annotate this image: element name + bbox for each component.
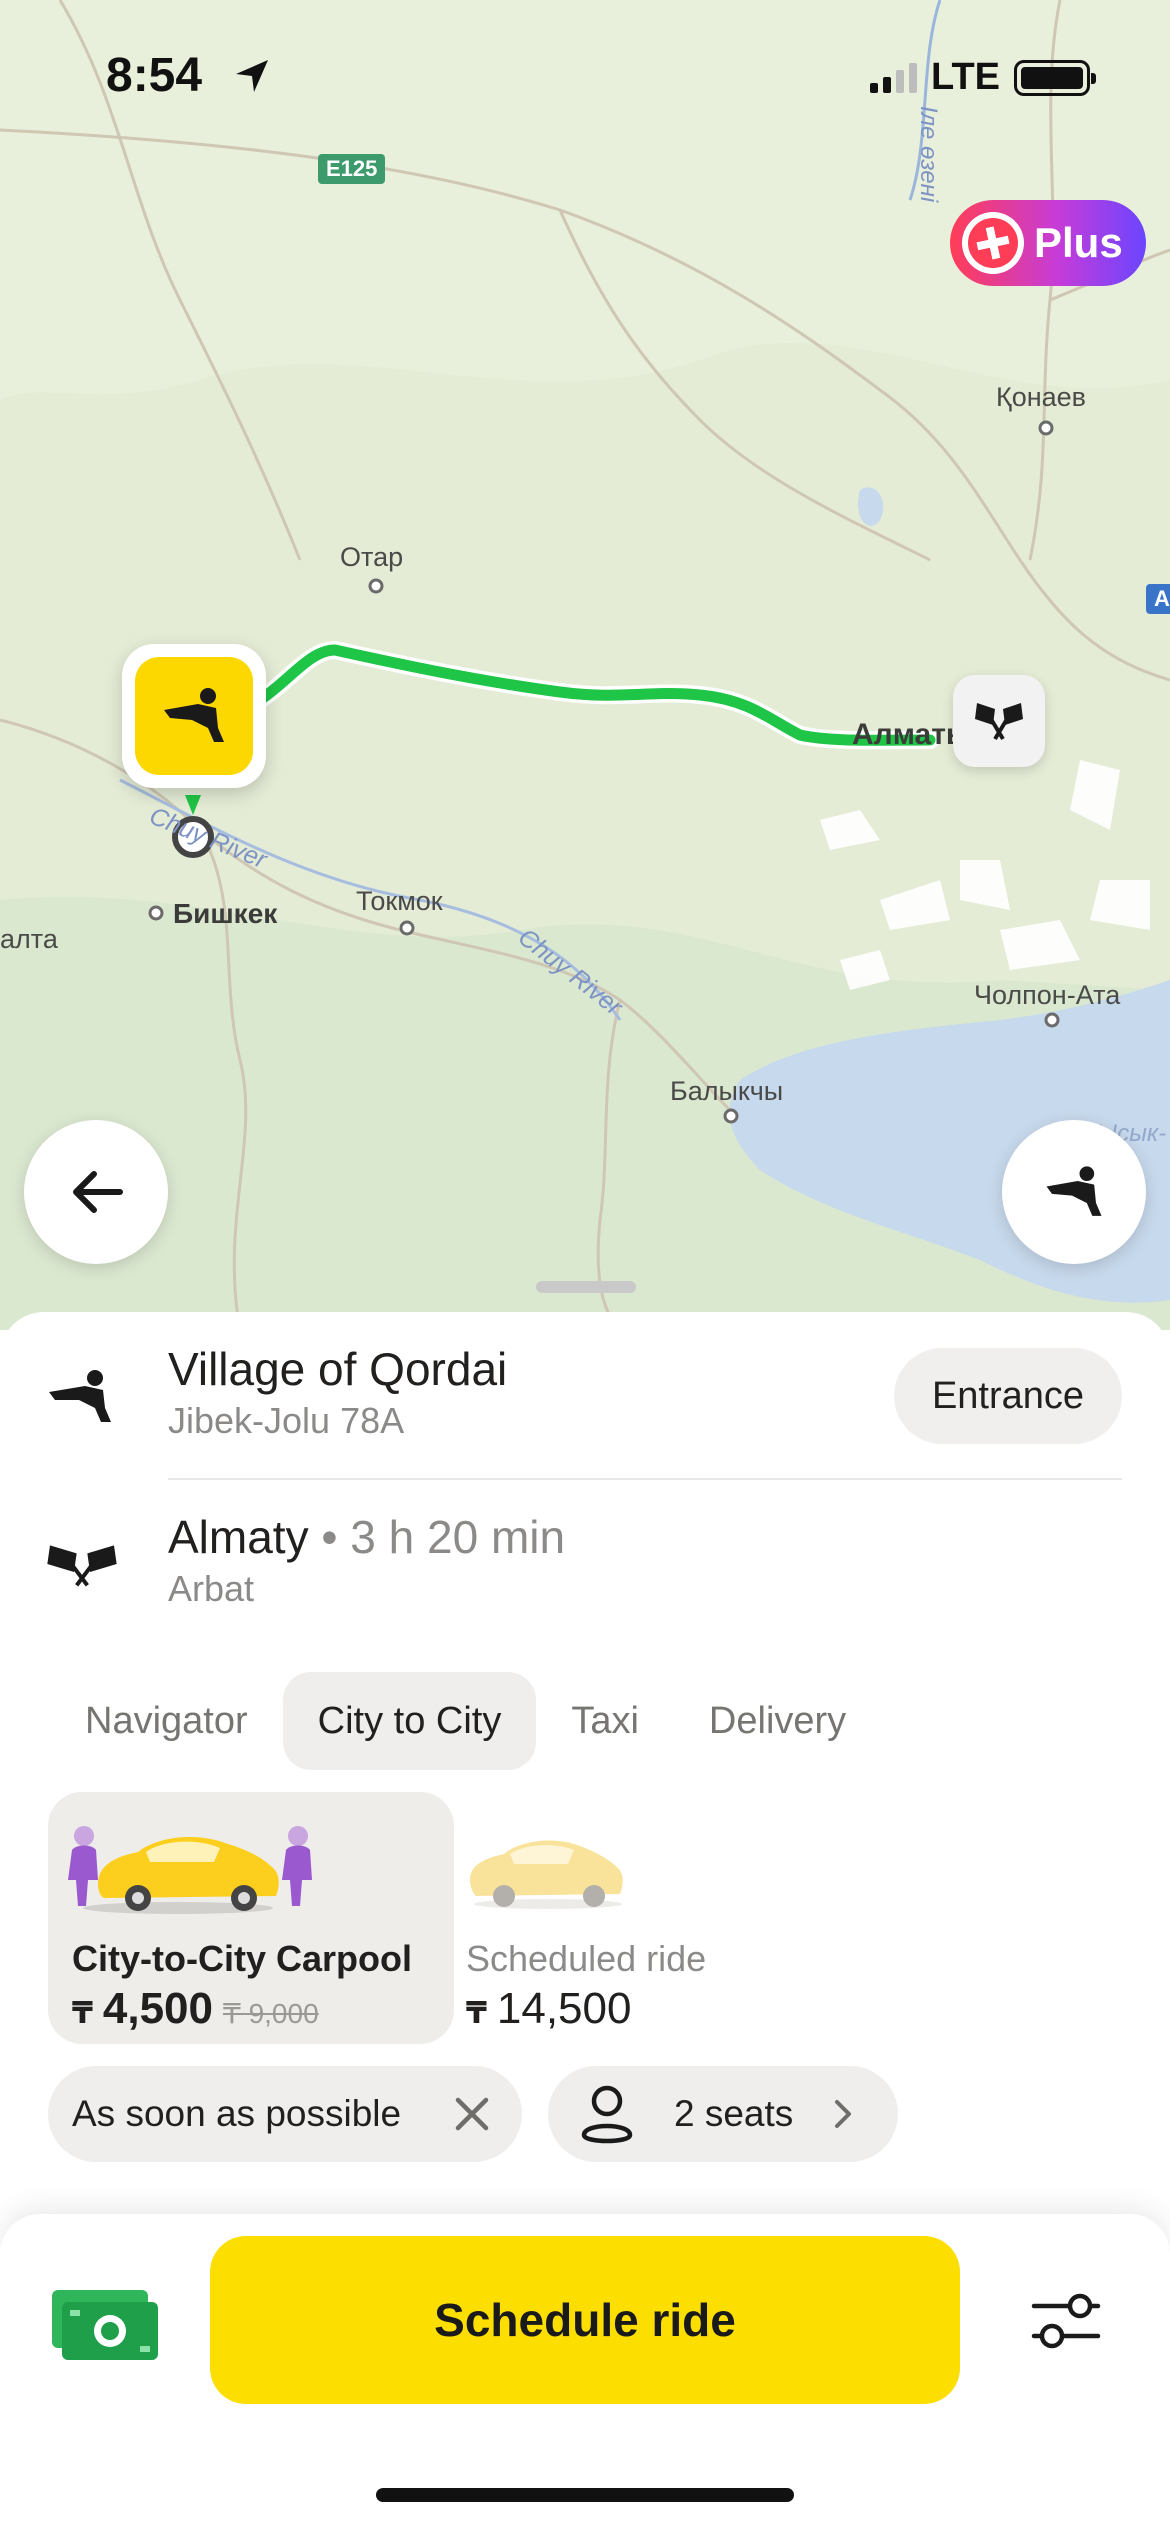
destination-title[interactable]: Almaty • 3 h 20 min: [168, 1510, 565, 1564]
sheet-grabber[interactable]: [536, 1281, 636, 1293]
carpool-car-icon: [68, 1826, 312, 1914]
tab-city-to-city[interactable]: City to City: [282, 1672, 537, 1770]
status-right: LTE: [870, 56, 1096, 99]
map-label-konaev: Қонаев: [996, 382, 1087, 412]
signal-icon: [870, 62, 918, 93]
plus-logo-icon: [962, 212, 1024, 274]
destination-subtitle: Arbat: [168, 1568, 255, 1609]
destination-marker[interactable]: [953, 675, 1045, 767]
pickup-person-icon: [1046, 1166, 1102, 1216]
map[interactable]: E125 A Отар Қонаев Алматы Бишкек алта То…: [0, 0, 1170, 1330]
map-label-balykchy: Балыкчы: [670, 1076, 784, 1106]
price-value: 14,500: [496, 1984, 632, 2033]
time-chip[interactable]: As soon as possible: [48, 2066, 522, 2162]
old-price: ₸ 9,000: [222, 1998, 319, 2029]
service-tabs: Navigator City to City Taxi Delivery: [50, 1672, 881, 1770]
map-label-otar: Отар: [340, 542, 404, 572]
cash-payment-icon[interactable]: [50, 2286, 160, 2362]
entrance-button[interactable]: Entrance: [894, 1348, 1122, 1444]
pickup-marker[interactable]: [122, 644, 266, 788]
price-value: 4,500: [102, 1984, 213, 2033]
road-shield-a: A: [1146, 584, 1170, 614]
seats-chip[interactable]: 2 seats: [548, 2066, 898, 2162]
map-label-bishkek: Бишкек: [173, 898, 278, 929]
tariff-name: Scheduled ride: [466, 1938, 707, 1979]
seats-chip-label: 2 seats: [674, 2093, 794, 2134]
destination-name: Almaty: [168, 1511, 309, 1563]
person-icon: [581, 2085, 633, 2144]
tariff-price: ₸ 14,500: [466, 1984, 631, 2034]
tariff-carpool[interactable]: City-to-City Carpool ₸ 4,500 ₸ 9,000: [48, 1792, 454, 2044]
arrow-left-icon: [73, 1171, 123, 1213]
currency-symbol: ₸: [72, 1997, 93, 2030]
plus-label: Plus: [1034, 219, 1123, 266]
ride-options-icon[interactable]: [1030, 2290, 1102, 2352]
pickup-subtitle: Jibek-Jolu 78A: [168, 1400, 405, 1441]
finish-flags-icon: [47, 1545, 117, 1587]
back-button[interactable]: [24, 1120, 168, 1264]
map-label-ile-river: Іле өзені: [915, 105, 943, 203]
status-time: 8:54: [106, 49, 203, 102]
chevron-right-icon: [835, 2100, 852, 2128]
tab-navigator[interactable]: Navigator: [50, 1672, 283, 1770]
finish-flags-icon: [975, 703, 1023, 741]
tab-taxi[interactable]: Taxi: [536, 1672, 674, 1770]
pickup-person-icon: [49, 1370, 111, 1422]
schedule-ride-button[interactable]: Schedule ride: [210, 2236, 960, 2404]
scheduled-car-icon: [470, 1840, 623, 1909]
divider: [168, 1478, 1122, 1480]
pickup-title[interactable]: Village of Qordai: [168, 1342, 507, 1396]
network-type: LTE: [931, 56, 1000, 98]
tariff-scheduled[interactable]: Scheduled ride ₸ 14,500: [460, 1792, 760, 2044]
tab-delivery[interactable]: Delivery: [674, 1672, 881, 1770]
separator-dot: •: [308, 1511, 351, 1563]
tariff-price: ₸ 4,500 ₸ 9,000: [72, 1984, 319, 2034]
tariff-name: City-to-City Carpool: [72, 1938, 412, 1979]
map-label-cholpon-ata: Чолпон-Ата: [974, 980, 1121, 1010]
battery-icon: [1014, 59, 1096, 96]
map-label-alta: алта: [0, 924, 58, 954]
home-indicator[interactable]: [376, 2488, 794, 2502]
road-shield-e125: E125: [318, 154, 386, 184]
locate-pickup-button[interactable]: [1002, 1120, 1146, 1264]
destination-eta: 3 h 20 min: [350, 1511, 566, 1563]
time-chip-label: As soon as possible: [72, 2093, 402, 2134]
pickup-person-icon: [135, 657, 253, 775]
map-label-tokmok: Токмок: [356, 886, 443, 916]
close-icon[interactable]: [452, 2094, 492, 2134]
currency-symbol: ₸: [466, 1997, 487, 2030]
location-arrow-icon: [236, 60, 268, 92]
plus-badge[interactable]: Plus: [950, 200, 1146, 286]
